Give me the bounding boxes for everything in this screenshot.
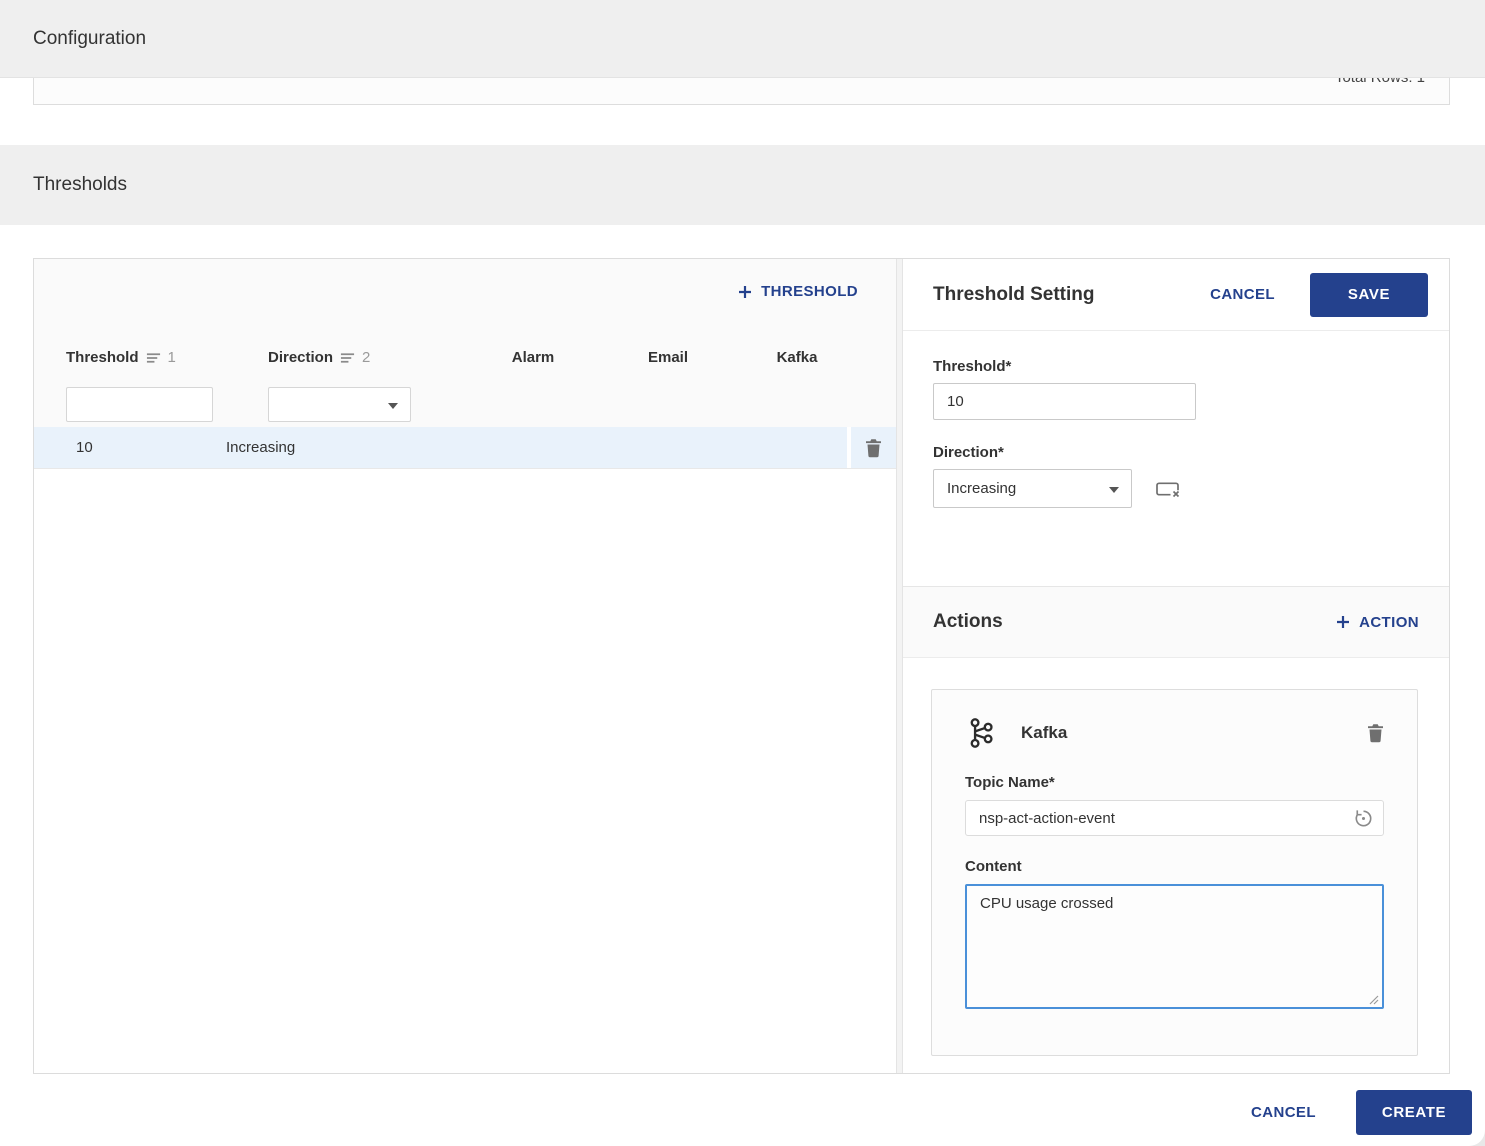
- column-header-direction[interactable]: Direction 2: [268, 349, 468, 366]
- table-row[interactable]: 10 Increasing: [34, 427, 896, 469]
- kafka-action-card: Kafka Topic Name* nsp-act-action-event C…: [931, 689, 1418, 1056]
- threshold-filter-input[interactable]: [66, 387, 213, 422]
- trash-icon[interactable]: [865, 438, 882, 458]
- dialog-create-button[interactable]: CREATE: [1356, 1090, 1472, 1135]
- direction-selected-value: Increasing: [947, 480, 1017, 497]
- threshold-configuration-dialog: Total Rows: 1 Configuration Thresholds T…: [0, 0, 1485, 1146]
- kafka-icon: [970, 718, 993, 748]
- add-action-button[interactable]: ACTION: [1336, 614, 1419, 631]
- delete-action-button[interactable]: [1367, 723, 1384, 743]
- kafka-card-header: Kafka: [965, 717, 1384, 749]
- actions-section-header: Actions ACTION: [903, 586, 1449, 658]
- plus-icon: [739, 285, 752, 298]
- column-header-email[interactable]: Email: [598, 349, 738, 366]
- sort-order: 2: [362, 349, 371, 366]
- thresholds-table-panel: THRESHOLD Threshold 1 Direction 2 Alarm …: [34, 259, 896, 1073]
- thresholds-card: THRESHOLD Threshold 1 Direction 2 Alarm …: [33, 258, 1450, 1074]
- kafka-card-title: Kafka: [1021, 723, 1068, 742]
- direction-field-label: Direction*: [933, 444, 1004, 461]
- sort-icon: [340, 352, 355, 363]
- table-filter-row: [34, 384, 896, 427]
- add-threshold-button[interactable]: THRESHOLD: [738, 283, 858, 300]
- threshold-value-input[interactable]: [933, 383, 1196, 420]
- add-action-label: ACTION: [1359, 613, 1419, 631]
- configuration-header: Configuration: [0, 0, 1485, 78]
- column-label: Direction: [268, 349, 334, 366]
- actions-title: Actions: [933, 611, 1003, 632]
- restore-default-icon[interactable]: [1352, 807, 1375, 833]
- threshold-cancel-button[interactable]: CANCEL: [1210, 286, 1275, 303]
- threshold-setting-form: Threshold* Direction* Increasing: [903, 331, 1449, 586]
- direction-filter-select[interactable]: [268, 387, 411, 422]
- column-label: Email: [647, 349, 689, 366]
- column-label: Alarm: [511, 349, 555, 366]
- chevron-down-icon: [388, 402, 398, 409]
- sort-order: 1: [167, 349, 176, 366]
- chevron-down-icon: [1109, 486, 1119, 493]
- trash-icon: [1368, 724, 1383, 743]
- add-threshold-label: THRESHOLD: [761, 283, 858, 300]
- content-textarea[interactable]: CPU usage crossed: [965, 884, 1384, 1009]
- panel-divider: [896, 259, 903, 1073]
- dialog-cancel-button[interactable]: CANCEL: [1251, 1104, 1316, 1121]
- threshold-setting-header: Threshold Setting CANCEL SAVE: [903, 259, 1449, 331]
- configuration-title: Configuration: [33, 27, 147, 49]
- thresholds-title: Thresholds: [33, 174, 127, 195]
- threshold-save-button[interactable]: SAVE: [1310, 272, 1428, 317]
- table-empty-area: [34, 469, 896, 1073]
- column-label: Kafka: [776, 349, 818, 366]
- topic-name-label: Topic Name*: [965, 774, 1055, 791]
- table-row-main[interactable]: 10 Increasing: [34, 427, 847, 468]
- actions-body: Kafka Topic Name* nsp-act-action-event C…: [903, 658, 1449, 1073]
- topic-name-input[interactable]: [965, 800, 1384, 836]
- row-delete-cell[interactable]: [851, 427, 896, 468]
- column-header-alarm[interactable]: Alarm: [468, 349, 598, 366]
- clear-selection-icon[interactable]: [1154, 478, 1181, 500]
- cell-threshold: 10: [76, 439, 93, 456]
- table-header-row: Threshold 1 Direction 2 Alarm Email Kafk…: [34, 331, 896, 384]
- content-label: Content: [965, 858, 1022, 875]
- column-header-threshold[interactable]: Threshold 1: [66, 349, 268, 366]
- column-header-kafka[interactable]: Kafka: [738, 349, 856, 366]
- threshold-setting-panel: Threshold Setting CANCEL SAVE Threshold*…: [903, 259, 1449, 1073]
- plus-icon: [1337, 616, 1350, 628]
- sort-icon: [146, 352, 160, 363]
- column-label: Threshold: [66, 349, 139, 366]
- cell-direction: Increasing: [226, 439, 296, 456]
- thresholds-section-header: Thresholds: [0, 145, 1485, 225]
- table-toolbar: THRESHOLD: [34, 259, 896, 331]
- direction-select[interactable]: Increasing: [933, 469, 1132, 508]
- threshold-setting-title: Threshold Setting: [933, 283, 1095, 305]
- threshold-field-label: Threshold*: [933, 358, 1012, 375]
